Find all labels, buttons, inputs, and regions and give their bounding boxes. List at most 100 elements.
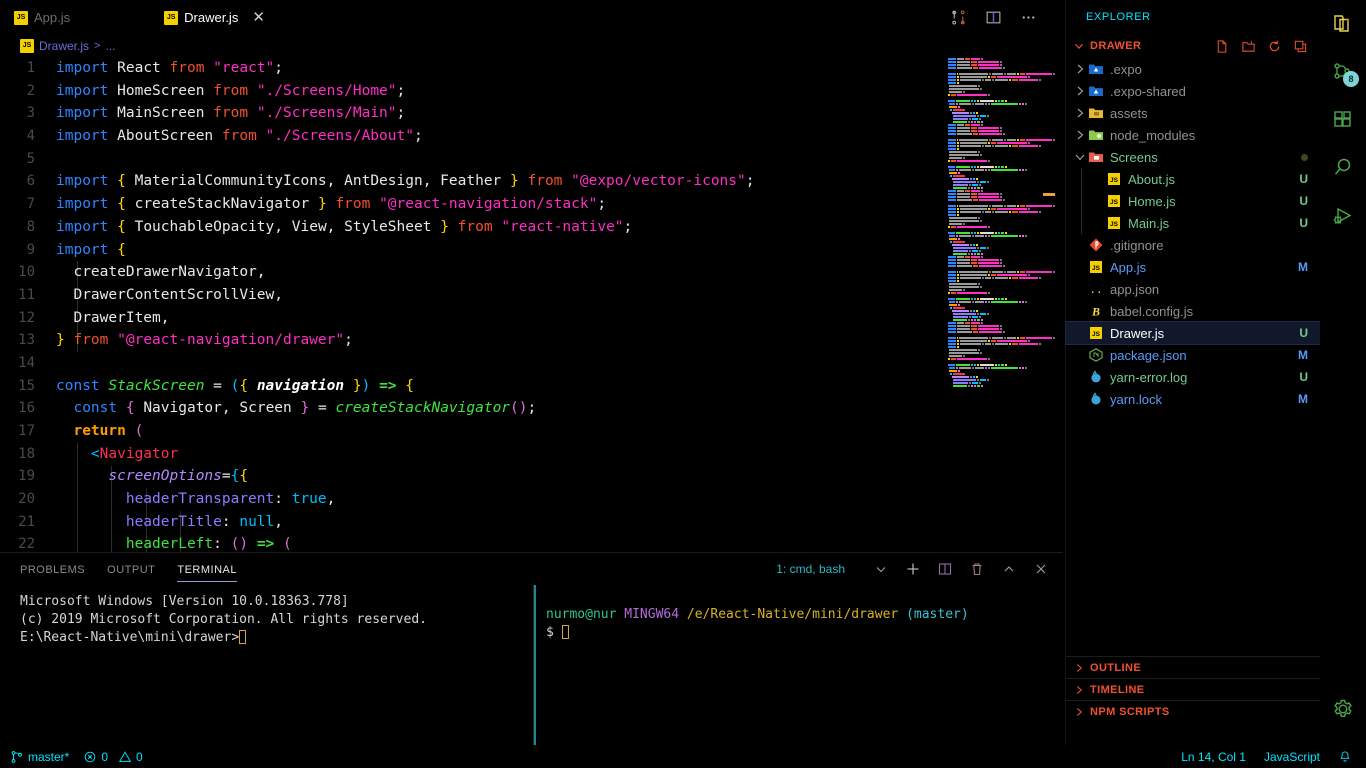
section-timeline[interactable]: TIMELINE: [1066, 678, 1320, 700]
breadcrumb-more[interactable]: ...: [105, 39, 115, 53]
activity-run-debug[interactable]: [1320, 192, 1366, 240]
tree-indent-guide: [1081, 168, 1082, 190]
activity-search[interactable]: [1320, 144, 1366, 192]
split-editor-icon[interactable]: [985, 9, 1002, 26]
minimap[interactable]: [945, 57, 1055, 552]
tab-app-js[interactable]: JS App.js: [0, 0, 82, 35]
code-line[interactable]: 12 DrawerItem,: [0, 307, 1063, 330]
code-line[interactable]: 21 headerTitle: null,: [0, 511, 1063, 534]
split-compare-icon[interactable]: [950, 9, 967, 26]
code-line[interactable]: 15 const StackScreen = ({ navigation }) =…: [0, 375, 1063, 398]
code-line[interactable]: 11 DrawerContentScrollView,: [0, 284, 1063, 307]
minimap-token: [1018, 276, 1038, 279]
minimap-token: [997, 99, 1000, 102]
line-text: import HomeScreen from "./Screens/Home";: [56, 82, 406, 99]
code-line[interactable]: 18 <Navigator: [0, 443, 1063, 466]
chevron-down-icon[interactable]: [1072, 149, 1088, 165]
code-line[interactable]: 5: [0, 148, 1063, 171]
minimap-token: [1000, 126, 1003, 129]
activity-settings[interactable]: [1320, 685, 1366, 733]
close-icon[interactable]: ✕: [252, 10, 265, 25]
minimap-token: [959, 141, 987, 144]
breadcrumb[interactable]: JS Drawer.js > ...: [0, 35, 1063, 57]
tree-item-app-json[interactable]: {..} app.json: [1066, 278, 1320, 300]
code-line[interactable]: 3 import MainScreen from "./Screens/Main"…: [0, 102, 1063, 125]
code-line[interactable]: 7 import { createStackNavigator } from "@…: [0, 193, 1063, 216]
activity-source-control[interactable]: 8: [1320, 48, 1366, 96]
tab-terminal[interactable]: TERMINAL: [177, 553, 237, 585]
new-folder-icon[interactable]: [1241, 39, 1256, 54]
tree-item-gitignore[interactable]: .gitignore: [1066, 234, 1320, 256]
code-line[interactable]: 20 headerTransparent: true,: [0, 488, 1063, 511]
kill-terminal-icon[interactable]: [969, 561, 985, 577]
code-line[interactable]: 6 import { MaterialCommunityIcons, AntDes…: [0, 170, 1063, 193]
code-line[interactable]: 1 import React from "react";: [0, 57, 1063, 80]
code-line[interactable]: 17 return (: [0, 420, 1063, 443]
chevron-right-icon[interactable]: [1072, 83, 1088, 99]
chevron-right-icon[interactable]: [1072, 105, 1088, 121]
tree-item-package-json[interactable]: package.json M: [1066, 344, 1320, 366]
chevron-right-icon[interactable]: [1072, 127, 1088, 143]
code-line[interactable]: 19 screenOptions={{: [0, 465, 1063, 488]
section-outline[interactable]: OUTLINE: [1066, 656, 1320, 678]
close-panel-icon[interactable]: [1033, 561, 1049, 577]
more-actions-icon[interactable]: [1020, 9, 1037, 26]
language-mode[interactable]: JavaScript: [1264, 750, 1320, 764]
status-problems[interactable]: 0 0: [83, 750, 143, 764]
tree-item-expo-shared[interactable]: .expo-shared: [1066, 80, 1320, 102]
code-line[interactable]: 10 createDrawerNavigator,: [0, 261, 1063, 284]
tree-item-home-js[interactable]: JS Home.js U: [1066, 190, 1320, 212]
code-line[interactable]: 8 import { TouchableOpacity, View, StyleS…: [0, 216, 1063, 239]
chevron-right-icon[interactable]: [1072, 61, 1088, 77]
code-line[interactable]: 9 import {: [0, 239, 1063, 262]
maximize-panel-icon[interactable]: [1001, 561, 1017, 577]
tree-item-babel-config-js[interactable]: Bbabel.config.js: [1066, 300, 1320, 322]
tab-output[interactable]: OUTPUT: [107, 553, 155, 585]
svg-text:JS: JS: [1092, 265, 1101, 272]
terminal-selector[interactable]: 1: cmd, bash: [776, 562, 845, 576]
terminal-bash[interactable]: nurmo@nur MINGW64 /e/React-Native/mini/d…: [533, 585, 1063, 745]
tree-item-drawer-js[interactable]: JS Drawer.js U: [1065, 321, 1321, 345]
tree-item-screens[interactable]: Screens: [1066, 146, 1320, 168]
terminal-cmd[interactable]: Microsoft Windows [Version 10.0.18363.77…: [0, 585, 533, 745]
tree-item-main-js[interactable]: JS Main.js U: [1066, 212, 1320, 234]
code-line[interactable]: 2 import HomeScreen from "./Screens/Home"…: [0, 80, 1063, 103]
line-text: import MainScreen from "./Screens/Main";: [56, 105, 406, 122]
code-line[interactable]: 13} from "@react-navigation/drawer";: [0, 329, 1063, 352]
collapse-folders-icon[interactable]: [1293, 39, 1308, 54]
explorer-root-header[interactable]: DRAWER: [1066, 35, 1320, 57]
notifications-bell[interactable]: [1338, 750, 1352, 764]
new-file-icon[interactable]: [1215, 39, 1230, 54]
tree-item-node-modules[interactable]: node_modules: [1066, 124, 1320, 146]
tree-item-about-js[interactable]: JS About.js U: [1066, 168, 1320, 190]
tree-item-app-js[interactable]: JS App.js M: [1066, 256, 1320, 278]
yarn-file-icon: [1088, 369, 1104, 385]
section-npm-scripts[interactable]: NPM SCRIPTS: [1066, 700, 1320, 722]
new-terminal-icon[interactable]: [905, 561, 921, 577]
code-line[interactable]: 16 const { Navigator, Screen } = createS…: [0, 397, 1063, 420]
code-line[interactable]: 4 import AboutScreen from "./Screens/Abou…: [0, 125, 1063, 148]
breadcrumb-file[interactable]: Drawer.js: [39, 39, 89, 53]
minimap-token: [1000, 297, 1004, 300]
tab-problems[interactable]: PROBLEMS: [20, 553, 85, 585]
activity-extensions[interactable]: [1320, 96, 1366, 144]
refresh-explorer-icon[interactable]: [1267, 39, 1282, 54]
tree-item-expo[interactable]: .expo: [1066, 58, 1320, 80]
terminal-select-chevron-icon[interactable]: [873, 561, 889, 577]
activity-explorer[interactable]: [1320, 0, 1366, 48]
tab-drawer-js[interactable]: JS Drawer.js ✕: [154, 0, 277, 35]
tree-item-yarn-error-log[interactable]: yarn-error.log U: [1066, 366, 1320, 388]
split-terminal-icon[interactable]: [937, 561, 953, 577]
minimap-token: [956, 126, 971, 129]
code-editor[interactable]: 1 import React from "react"; 2 import HomeS…: [0, 57, 1063, 552]
cursor-position[interactable]: Ln 14, Col 1: [1181, 750, 1246, 764]
tree-item-label: package.json: [1110, 347, 1187, 363]
minimap-token: [956, 207, 959, 210]
tree-item-assets[interactable]: assets: [1066, 102, 1320, 124]
file-tree[interactable]: .expo .expo-shared assets node_modules Scree…: [1065, 57, 1321, 410]
code-line[interactable]: 14: [0, 352, 1063, 375]
terminal-input-line[interactable]: $: [546, 624, 1063, 642]
status-branch[interactable]: master*: [10, 750, 69, 764]
code-line[interactable]: 22 headerLeft: () => (: [0, 533, 1063, 552]
tree-item-yarn-lock[interactable]: yarn.lock M: [1066, 388, 1320, 410]
